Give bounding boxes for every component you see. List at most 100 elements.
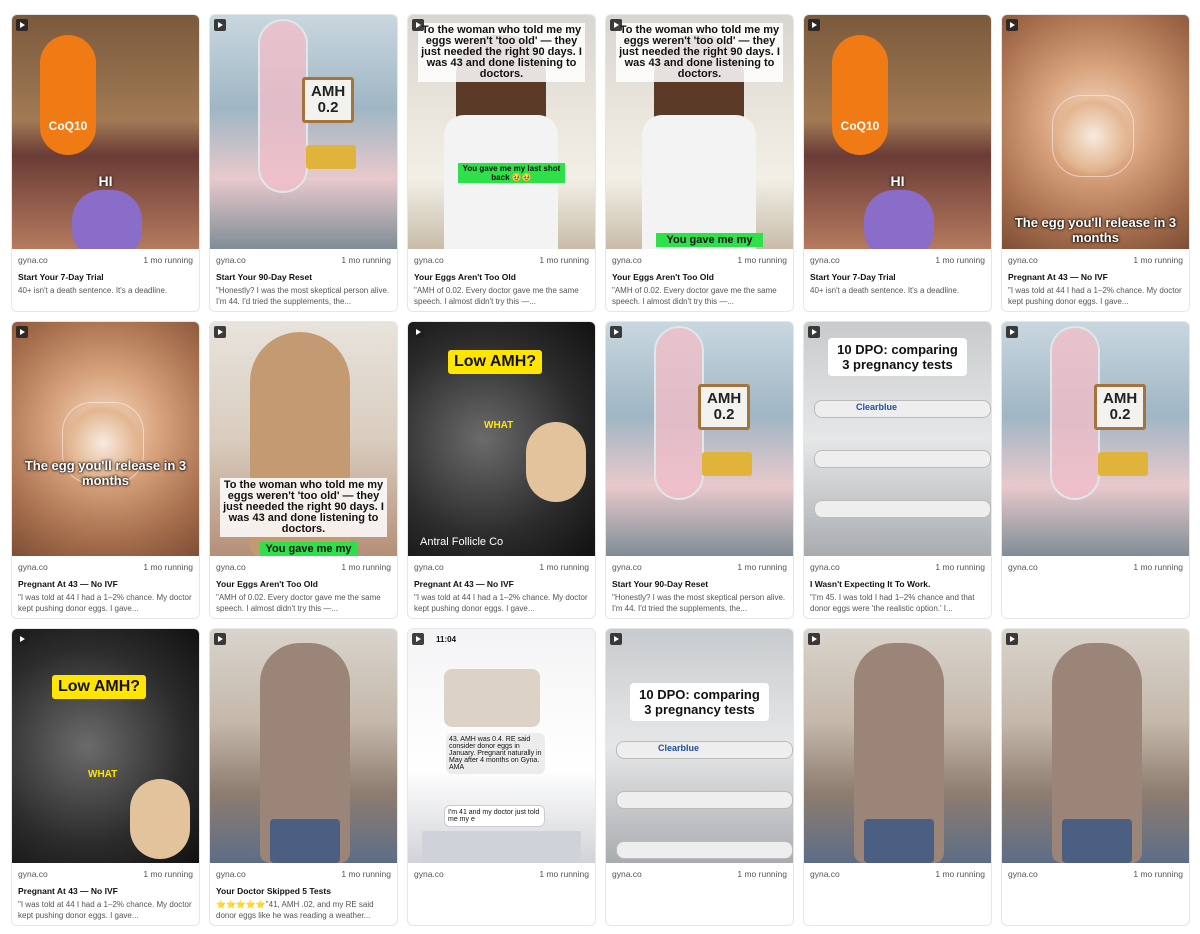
play-icon — [1006, 326, 1018, 338]
ad-meta: gyna.co 1 mo running — [414, 869, 589, 889]
running-status: 1 mo running — [935, 255, 985, 265]
ad-thumbnail[interactable]: 11:04 43. AMH was 0.4. RE said consider d… — [408, 629, 595, 863]
advertiser-name[interactable]: gyna.co — [216, 869, 246, 881]
test-tube-character — [258, 19, 308, 193]
running-status: 1 mo running — [341, 869, 391, 879]
play-icon — [808, 633, 820, 645]
running-status: 1 mo running — [143, 869, 193, 879]
ad-thumbnail[interactable]: To the woman who told me my eggs weren't… — [408, 15, 595, 249]
ad-card[interactable]: 10 DPO: comparing 3 pregnancy tests Clear… — [803, 321, 992, 619]
advertiser-name[interactable]: gyna.co — [810, 869, 840, 881]
advertiser-name[interactable]: gyna.co — [612, 869, 642, 881]
pregnancy-test — [616, 741, 793, 759]
advertiser-name[interactable]: gyna.co — [810, 562, 840, 574]
running-status: 1 mo running — [1133, 562, 1183, 572]
overlay-highlight: You gave me my — [656, 233, 763, 247]
egg-character — [72, 190, 142, 249]
running-status: 1 mo running — [737, 562, 787, 572]
ad-thumbnail[interactable] — [1002, 629, 1189, 863]
ad-thumbnail[interactable]: CoQ10 HI — [804, 15, 991, 249]
ad-body: ⭐⭐⭐⭐⭐"41, AMH .02, and my RE said donor … — [216, 900, 374, 920]
advertiser-name[interactable]: gyna.co — [18, 869, 48, 881]
play-icon — [16, 19, 28, 31]
ad-card[interactable]: To the woman who told me my eggs weren't… — [209, 321, 398, 619]
ad-body: 40+ isn't a death sentence. It's a deadl… — [810, 286, 960, 295]
ad-card[interactable]: Low AMH? WHAT gyna.co 1 mo running Pregnant … — [11, 628, 200, 926]
ad-card[interactable]: CoQ10 HI gyna.co 1 mo running Start Your 7-D… — [11, 14, 200, 312]
play-icon — [16, 326, 28, 338]
ad-card[interactable]: Low AMH? WHAT Antral Follicle Co gyna.co 1 m… — [407, 321, 596, 619]
advertiser-name[interactable]: gyna.co — [216, 255, 246, 267]
ad-thumbnail[interactable] — [804, 629, 991, 863]
advertiser-name[interactable]: gyna.co — [18, 562, 48, 574]
advertiser-name[interactable]: gyna.co — [1008, 869, 1038, 881]
ad-meta: gyna.co 1 mo running Your Eggs Aren't Too … — [612, 255, 787, 307]
overlay-footer: Antral Follicle Co — [420, 536, 504, 548]
advertiser-name[interactable]: gyna.co — [414, 562, 444, 574]
advertiser-name[interactable]: gyna.co — [612, 562, 642, 574]
ad-meta: gyna.co 1 mo running Start Your 90-Day Res… — [216, 255, 391, 307]
ad-card[interactable]: 11:04 43. AMH was 0.4. RE said consider d… — [407, 628, 596, 926]
ad-thumbnail[interactable]: The egg you'll release in 3 months — [12, 322, 199, 556]
ad-meta-row: gyna.co 1 mo running — [18, 869, 193, 881]
coq10-label: CoQ10 — [840, 119, 880, 133]
ad-body: "AMH of 0.02. Every doctor gave me the s… — [414, 286, 579, 306]
ad-card[interactable]: To the woman who told me my eggs weren't… — [605, 14, 794, 312]
advertiser-name[interactable]: gyna.co — [1008, 255, 1038, 267]
ad-card[interactable]: 10 DPO: comparing 3 pregnancy tests Clear… — [605, 628, 794, 926]
overlay-text: To the woman who told me my eggs weren't… — [418, 23, 585, 82]
ad-body: "AMH of 0.02. Every doctor gave me the s… — [612, 286, 777, 306]
ad-thumbnail[interactable]: AMH 0.2 — [210, 15, 397, 249]
ad-card[interactable]: gyna.co 1 mo running Your Doctor Skipped 5… — [209, 628, 398, 926]
ad-thumbnail[interactable] — [210, 629, 397, 863]
play-icon — [610, 19, 622, 31]
ad-meta: gyna.co 1 mo running Your Eggs Aren't Too … — [216, 562, 391, 614]
ad-card[interactable]: gyna.co 1 mo running — [803, 628, 992, 926]
ad-card[interactable]: AMH 0.2 gyna.co 1 mo running Start Your 90-… — [605, 321, 794, 619]
ad-card[interactable]: gyna.co 1 mo running — [1001, 628, 1190, 926]
jeans — [864, 819, 934, 863]
ad-thumbnail[interactable]: 10 DPO: comparing 3 pregnancy tests Clear… — [804, 322, 991, 556]
ad-card[interactable]: AMH 0.2 gyna.co 1 mo running Start Your 90-… — [209, 14, 398, 312]
ad-thumbnail[interactable]: To the woman who told me my eggs weren't… — [210, 322, 397, 556]
ad-thumbnail[interactable]: To the woman who told me my eggs weren't… — [606, 15, 793, 249]
running-status: 1 mo running — [1133, 869, 1183, 879]
ad-thumbnail[interactable]: The egg you'll release in 3 months — [1002, 15, 1189, 249]
advertiser-name[interactable]: gyna.co — [216, 562, 246, 574]
advertiser-name[interactable]: gyna.co — [810, 255, 840, 267]
ad-card[interactable]: To the woman who told me my eggs weren't… — [407, 14, 596, 312]
ad-title: Start Your 90-Day Reset — [612, 579, 709, 589]
advertiser-name[interactable]: gyna.co — [1008, 562, 1038, 574]
ad-thumbnail[interactable]: Low AMH? WHAT — [12, 629, 199, 863]
ad-meta: gyna.co 1 mo running Start Your 7-Day Tria… — [18, 255, 193, 296]
ad-thumbnail[interactable]: CoQ10 HI — [12, 15, 199, 249]
ad-card[interactable]: CoQ10 HI gyna.co 1 mo running Start Your 7-D… — [803, 14, 992, 312]
advertiser-name[interactable]: gyna.co — [612, 255, 642, 267]
running-status: 1 mo running — [737, 255, 787, 265]
running-status: 1 mo running — [935, 869, 985, 879]
play-icon — [1006, 19, 1018, 31]
advertiser-name[interactable]: gyna.co — [18, 255, 48, 267]
running-status: 1 mo running — [539, 562, 589, 572]
ad-title: Your Eggs Aren't Too Old — [414, 272, 516, 282]
ad-card[interactable]: The egg you'll release in 3 months gyna.c… — [1001, 14, 1190, 312]
chat-input[interactable]: I'm 41 and my doctor just told me my e — [444, 805, 545, 827]
play-icon — [610, 633, 622, 645]
ad-thumbnail[interactable]: Low AMH? WHAT Antral Follicle Co — [408, 322, 595, 556]
running-status: 1 mo running — [143, 255, 193, 265]
ad-meta-row: gyna.co 1 mo running — [1008, 869, 1183, 881]
advertiser-name[interactable]: gyna.co — [414, 869, 444, 881]
ad-title: Pregnant At 43 — No IVF — [18, 579, 118, 589]
pregnancy-test — [616, 841, 793, 859]
ad-body: "I was told at 44 I had a 1–2% chance. M… — [414, 593, 588, 613]
ad-thumbnail[interactable]: AMH 0.2 — [606, 322, 793, 556]
ad-card[interactable]: The egg you'll release in 3 months gyna.c… — [11, 321, 200, 619]
ad-thumbnail[interactable]: 10 DPO: comparing 3 pregnancy tests Clear… — [606, 629, 793, 863]
ad-title: Your Doctor Skipped 5 Tests — [216, 886, 331, 896]
advertiser-name[interactable]: gyna.co — [414, 255, 444, 267]
ad-title: Your Eggs Aren't Too Old — [612, 272, 714, 282]
ad-card[interactable]: AMH 0.2 gyna.co 1 mo running — [1001, 321, 1190, 619]
chat-photo — [444, 669, 540, 727]
ad-thumbnail[interactable]: AMH 0.2 — [1002, 322, 1189, 556]
crown-icon — [702, 452, 752, 476]
